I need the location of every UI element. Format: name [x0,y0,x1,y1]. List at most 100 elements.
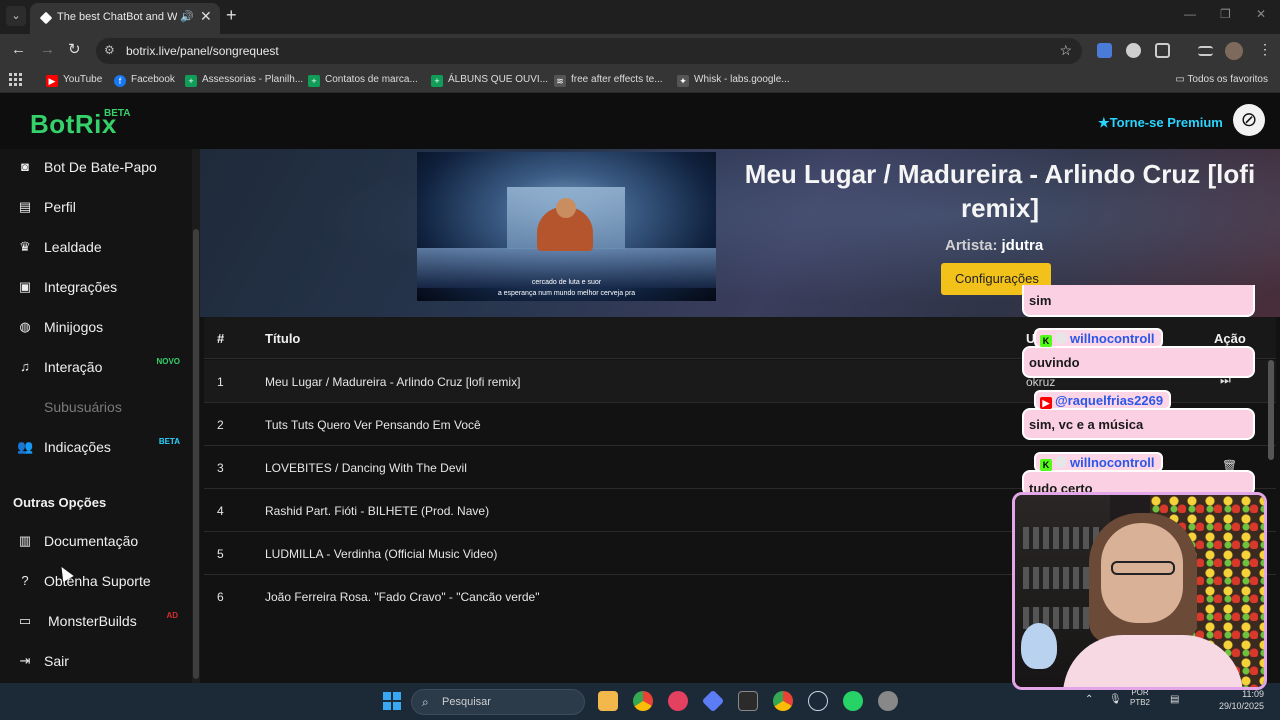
sidebar-scrollbar[interactable] [192,149,200,683]
sidebar-item-label: Sair [44,653,69,669]
bookmark-whisk[interactable]: ✦ Whisk - labs.google... [677,72,790,88]
chat-message: sim, vc e a música [1022,408,1255,440]
browser-toolbar: ← → ↻ ⚙ botrix.live/panel/songrequest ☆ [0,34,1280,67]
windows-start-icon[interactable] [383,692,401,710]
tab-search-icon[interactable]: ⌄ [6,6,26,26]
sidebar-item-sair[interactable]: ⇥ Sair [0,643,190,679]
apps-grid-icon[interactable] [9,73,22,86]
file-explorer-icon[interactable] [598,691,618,711]
extension-icon[interactable] [1126,43,1141,58]
video-singer-head [556,198,576,218]
row-title: LUDMILLA - Verdinha (Official Music Vide… [265,547,498,561]
search-placeholder: Pesquisar [442,696,491,708]
translate-extension-icon[interactable] [1097,43,1112,58]
tab-title: The best ChatBot and Widg [57,11,177,23]
row-number: 2 [217,418,224,432]
sidebar-item-suporte[interactable]: ? Obtenha Suporte [0,563,190,599]
sidebar-item-integracoes[interactable]: ▣ Integrações [0,269,190,305]
question-icon: ? [21,573,29,588]
sidebar-scroll-thumb[interactable] [193,229,199,679]
app-topbar: BotRix BETA ★Torne-se Premium ⊘ [0,93,1280,149]
puzzle-icon[interactable] [1155,43,1170,58]
gamepad-icon: ◍ [19,319,31,334]
song-title: Meu Lugar / Madureira - Arlindo Cruz [lo… [744,159,1256,223]
sidebar-item-interacao[interactable]: ♫ Interação NOVO [0,349,190,385]
kick-icon: K [1040,459,1052,471]
premium-badge-icon[interactable]: ⊘ [1233,104,1265,136]
bookmark-assessorias[interactable]: + Assessorias - Planilh... [185,72,303,88]
minimize-icon[interactable]: — [1184,7,1196,21]
folder-icon: ▭ [1175,74,1188,85]
bookmark-after-effects[interactable]: ≋ free after effects te... [554,72,663,88]
settings-icon[interactable] [878,691,898,711]
webcam-glasses [1111,561,1175,575]
chat-message: sim [1022,285,1255,317]
microphone-icon[interactable]: 🎙 [1109,694,1122,705]
star-icon[interactable]: ☆ [1059,42,1072,59]
steam-icon[interactable] [808,691,828,711]
sidebar-item-label: Subusuários [44,399,122,415]
laptop-icon: ▭ [18,613,32,628]
site-info-icon[interactable]: ⚙ [104,43,115,57]
sidebar-item-lealdade[interactable]: ♛ Lealdade [0,229,190,265]
book-icon: ▥ [18,533,32,548]
forward-icon[interactable]: → [40,41,55,59]
sidebar-item-monsterbuilds[interactable]: ▭ MonsterBuilds AD [0,603,190,639]
sidebar: ◙ Bot De Bate-Papo ▤ Perfil ♛ Lealdade ▣… [0,149,192,683]
bookmark-youtube[interactable]: ▶ YouTube [46,72,102,88]
window-close-icon[interactable]: ✕ [1256,7,1266,21]
row-number: 6 [217,590,224,601]
sidebar-item-subusuarios[interactable]: Subusuários [0,389,190,425]
profile-avatar[interactable] [1225,42,1243,60]
header-action: Ação [1214,331,1246,346]
video-player[interactable]: cercado de luta e suor a esperança num m… [417,152,716,301]
chevron-up-icon[interactable]: ⌃ [1085,694,1093,705]
sidebar-item-label: MonsterBuilds [48,613,137,629]
integration-icon: ▣ [18,279,32,294]
terminal-icon[interactable] [738,691,758,711]
table-scrollbar[interactable] [1268,360,1274,460]
sidebar-item-label: Integrações [44,279,118,295]
speaker-icon[interactable]: 🔊 [180,10,194,23]
ad-badge: AD [166,611,178,620]
sidebar-item-label: Lealdade [44,239,102,255]
menu-icon[interactable]: ⋮ [1258,41,1272,58]
sidebar-item-label: Indicações [44,439,111,455]
kick-icon: K [1040,335,1052,347]
back-icon[interactable]: ← [11,41,26,59]
app-icon[interactable] [668,691,688,711]
taskbar-search[interactable]: ⌕ Pesquisar [411,689,585,715]
plus-icon[interactable]: + [226,5,237,25]
media-control-icon[interactable] [1198,46,1213,56]
bookmark-contatos[interactable]: + Contatos de marca... [308,72,418,88]
clock[interactable]: 11:09 29/10/2025 [1212,688,1264,712]
header-number: # [217,331,225,346]
browser-tab[interactable]: The best ChatBot and Widg 🔊 ✕ [30,3,220,34]
address-bar[interactable]: ⚙ botrix.live/panel/songrequest ☆ [96,38,1082,64]
all-bookmarks-folder[interactable]: ▭ Todos os favoritos [1175,72,1268,88]
row-number: 5 [217,547,224,561]
wifi-icon[interactable]: ▤ [1170,694,1179,705]
whatsapp-icon[interactable] [843,691,863,711]
sidebar-item-documentacao[interactable]: ▥ Documentação [0,523,190,559]
screen: ⌄ The best ChatBot and Widg 🔊 ✕ + — ❐ ✕ … [0,0,1280,720]
sidebar-item-minijogos[interactable]: ◍ Minijogos [0,309,190,345]
chrome-icon[interactable] [633,691,653,711]
sidebar-item-indicacoes[interactable]: 👥 Indicações BETA [0,429,190,465]
restore-icon[interactable]: ❐ [1220,7,1231,21]
language-indicator[interactable]: POR PTB2 [1130,688,1150,708]
sidebar-item-perfil[interactable]: ▤ Perfil [0,189,190,225]
row-number: 1 [217,375,224,389]
artist-label: Artista: [945,237,998,254]
artist-line: Artista: jdutra [945,237,1043,254]
premium-link[interactable]: ★Torne-se Premium [1098,115,1223,131]
chrome-icon[interactable] [773,691,793,711]
chat-username-text: willnocontroll [1070,331,1155,346]
bookmark-albuns[interactable]: + ÁLBUNS QUE OUVI... [431,72,548,88]
sidebar-item-bot[interactable]: ◙ Bot De Bate-Papo [0,149,190,185]
webcam-plush [1021,623,1057,669]
reload-icon[interactable]: ↻ [68,41,81,59]
close-icon[interactable]: ✕ [200,8,212,25]
bookmark-facebook[interactable]: f Facebook [114,72,175,88]
app-icon[interactable] [701,689,725,713]
